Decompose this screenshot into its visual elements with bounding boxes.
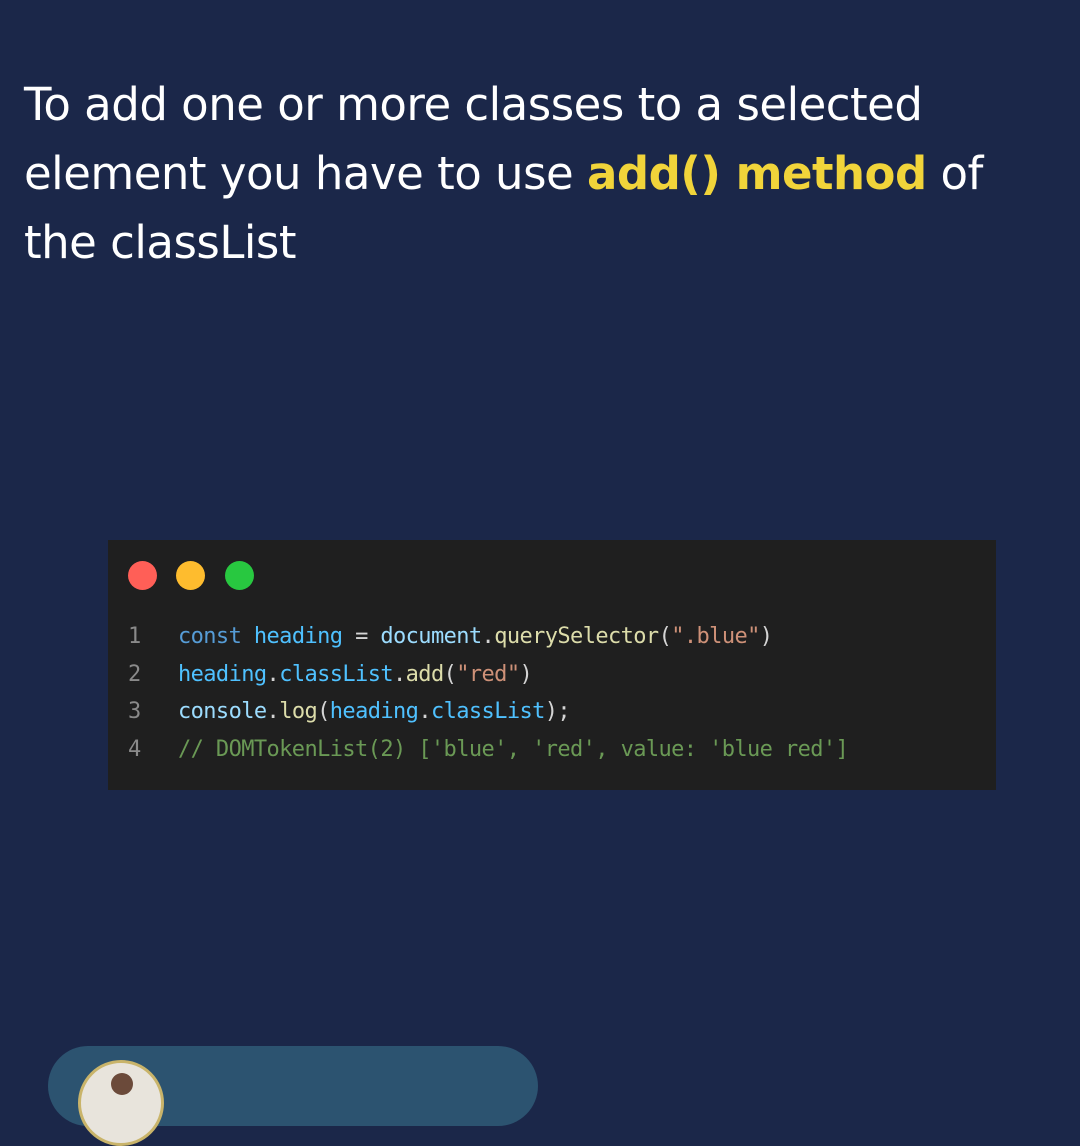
line-number: 3 bbox=[128, 699, 142, 724]
code-token: heading bbox=[253, 624, 343, 649]
code-token: . bbox=[393, 661, 406, 687]
code-token: ( bbox=[443, 661, 457, 687]
code-text: const heading = document.querySelector("… bbox=[178, 618, 773, 656]
headline: To add one or more classes to a selected… bbox=[24, 70, 1064, 277]
avatar bbox=[78, 1060, 164, 1146]
code-token: const bbox=[178, 624, 242, 649]
code-token: ( bbox=[317, 699, 330, 724]
code-token: console bbox=[178, 699, 267, 724]
code-token: querySelector bbox=[494, 624, 659, 649]
maximize-dot bbox=[225, 561, 254, 590]
code-token: heading bbox=[329, 699, 419, 724]
code-token: ) bbox=[519, 661, 533, 687]
line-number: 2 bbox=[128, 661, 142, 687]
minimize-dot bbox=[176, 561, 205, 590]
avatar-figure bbox=[111, 1073, 133, 1095]
code-token: ( bbox=[658, 624, 672, 649]
code-text: heading.classList.add("red") bbox=[178, 656, 533, 694]
code-token: . bbox=[266, 699, 280, 724]
code-token: classList bbox=[430, 699, 545, 724]
code-token: . bbox=[481, 624, 495, 649]
code-token: heading bbox=[178, 661, 267, 687]
code-token: = bbox=[342, 624, 381, 649]
line-number: 1 bbox=[128, 624, 142, 649]
code-token: ) bbox=[759, 624, 773, 649]
code-token: . bbox=[266, 661, 280, 687]
code-token: // DOMTokenList(2) ['blue', 'red', value… bbox=[178, 736, 849, 762]
code-token: "red" bbox=[456, 661, 520, 687]
code-token: ); bbox=[544, 699, 571, 724]
code-token: classList bbox=[279, 661, 393, 687]
author-card[interactable] bbox=[48, 1046, 538, 1146]
code-text: console.log(heading.classList); bbox=[178, 693, 571, 731]
code-token: add bbox=[405, 661, 445, 687]
code-text: // DOMTokenList(2) ['blue', 'red', value… bbox=[178, 731, 849, 769]
line-number: 4 bbox=[128, 736, 142, 762]
code-token: document bbox=[380, 624, 482, 649]
headline-highlight: add() method bbox=[587, 147, 927, 200]
code-token: ".blue" bbox=[671, 624, 760, 649]
close-dot bbox=[128, 561, 157, 590]
code-token: log bbox=[279, 699, 318, 724]
code-token: . bbox=[418, 699, 431, 724]
